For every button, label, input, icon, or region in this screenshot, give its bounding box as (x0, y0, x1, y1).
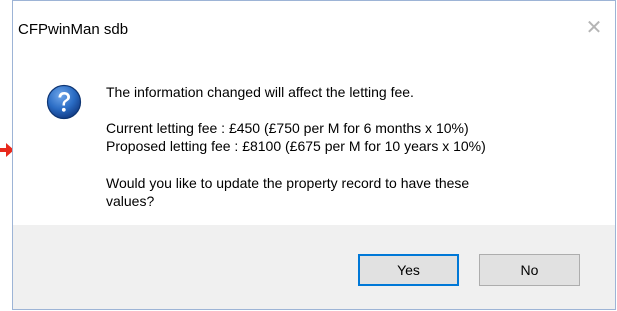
message-dialog: CFPwinMan sdb ✕ The information changed (12, 0, 616, 310)
message-question-cont: values? (106, 193, 155, 209)
screen: CFPwinMan sdb ✕ The information changed (0, 0, 617, 311)
question-icon (46, 84, 82, 120)
button-bar: Yes No (13, 225, 615, 309)
title-bar: CFPwinMan sdb ✕ (13, 1, 615, 61)
yes-button[interactable]: Yes (358, 254, 459, 286)
message-question: Would you like to update the property re… (106, 175, 470, 191)
dialog-body: The information changed will affect the … (13, 61, 615, 226)
message-line-intro: The information changed will affect the … (106, 84, 414, 100)
message-current-fee: Current letting fee : £450 (£750 per M f… (106, 120, 469, 136)
message-proposed-fee: Proposed letting fee : £8100 (£675 per M… (106, 138, 486, 154)
no-button[interactable]: No (479, 254, 580, 286)
close-button[interactable]: ✕ (579, 13, 609, 43)
window-title: CFPwinMan sdb (18, 21, 129, 38)
close-icon: ✕ (585, 17, 603, 39)
